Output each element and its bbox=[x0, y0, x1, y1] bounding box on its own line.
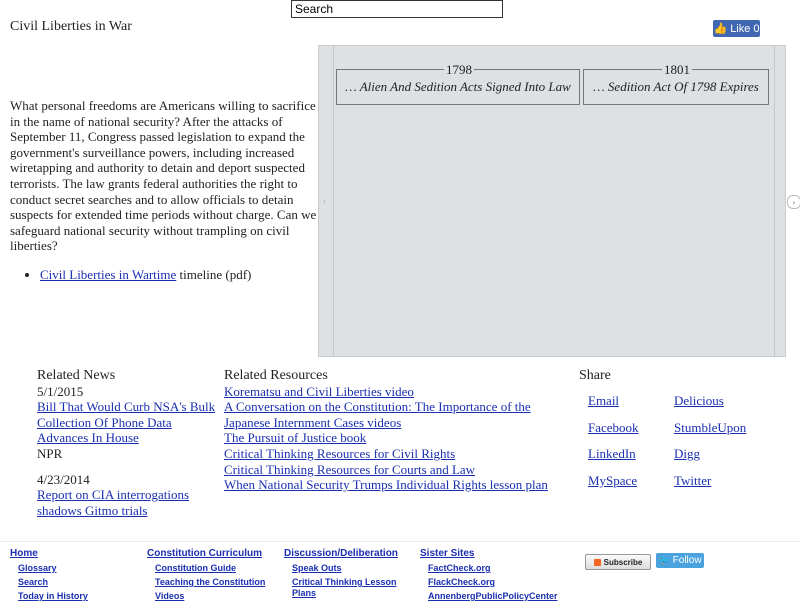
twitter-follow-button[interactable]: 🐦 Follow bbox=[656, 553, 704, 568]
footer-link[interactable]: Search bbox=[18, 577, 48, 587]
footer-link[interactable]: AnnenbergPublicPolicyCenter bbox=[428, 591, 558, 601]
timeline-year: 1798 bbox=[444, 62, 474, 78]
share-myspace-link[interactable]: MySpace bbox=[588, 473, 637, 489]
share-section: Share Email Delicious Facebook StumbleUp… bbox=[579, 368, 779, 498]
timeline-year: 1801 bbox=[662, 62, 692, 78]
share-stumbleupon-link[interactable]: StumbleUpon bbox=[674, 420, 746, 436]
related-news-heading: Related News bbox=[37, 368, 116, 383]
share-facebook-link[interactable]: Facebook bbox=[588, 420, 639, 436]
share-digg-link[interactable]: Digg bbox=[674, 446, 700, 462]
timeline-pdf-link[interactable]: Civil Liberties in Wartime bbox=[40, 267, 176, 282]
timeline-next-icon[interactable]: › bbox=[787, 195, 800, 209]
footer-link[interactable]: Teaching the Constitution bbox=[155, 577, 265, 587]
follow-label: Follow bbox=[672, 555, 702, 566]
timeline-track: … Alien And Sedition Acts Signed Into La… bbox=[333, 45, 775, 357]
news-date: 5/1/2015 bbox=[37, 383, 84, 399]
footer-col-discussion: Discussion/Deliberation Speak Outs Criti… bbox=[284, 546, 409, 599]
like-count: 0 bbox=[753, 22, 760, 35]
footer-link[interactable]: Constitution Guide bbox=[155, 563, 236, 573]
resource-link[interactable]: The Pursuit of Justice book bbox=[224, 430, 366, 445]
facebook-like-button[interactable]: 👍 Like 0 bbox=[713, 20, 760, 37]
search-input[interactable] bbox=[291, 0, 503, 18]
subscribe-button[interactable]: Subscribe bbox=[585, 554, 651, 570]
footer-link[interactable]: FactCheck.org bbox=[428, 563, 491, 573]
footer-link[interactable]: Speak Outs bbox=[292, 563, 342, 573]
related-news: Related News 5/1/2015 Bill That Would Cu… bbox=[37, 368, 222, 518]
timeline-event-text: … Sedition Act Of 1798 Expires bbox=[593, 79, 759, 94]
share-twitter-link[interactable]: Twitter bbox=[674, 473, 711, 489]
news-link[interactable]: Report on CIA interrogations shadows Git… bbox=[37, 487, 189, 518]
pdf-suffix: timeline (pdf) bbox=[176, 267, 252, 282]
resource-link[interactable]: Korematsu and Civil Liberties video bbox=[224, 384, 414, 399]
list-item: Civil Liberties in Wartime timeline (pdf… bbox=[40, 267, 251, 283]
footer-link[interactable]: Today in History bbox=[18, 591, 88, 601]
footer-col-sister-sites: Sister Sites FactCheck.org FlackCheck.or… bbox=[420, 546, 580, 603]
footer-col-home: Home Glossary Search Today in History bbox=[10, 546, 140, 603]
thumbs-up-icon: 👍 bbox=[713, 23, 728, 35]
share-linkedin-link[interactable]: LinkedIn bbox=[588, 446, 636, 462]
news-source: NPR bbox=[37, 445, 63, 461]
footer-link[interactable]: Glossary bbox=[18, 563, 57, 573]
timeline-prev-icon[interactable]: ‹ bbox=[323, 196, 326, 206]
timeline-event-text: … Alien And Sedition Acts Signed Into La… bbox=[345, 79, 571, 94]
share-email-link[interactable]: Email bbox=[588, 393, 619, 409]
rss-icon bbox=[593, 558, 601, 566]
pdf-list: Civil Liberties in Wartime timeline (pdf… bbox=[22, 267, 251, 283]
related-resources: Related Resources Korematsu and Civil Li… bbox=[224, 368, 574, 493]
footer: Home Glossary Search Today in History Co… bbox=[0, 541, 800, 601]
like-label: Like bbox=[730, 22, 751, 35]
related-resources-heading: Related Resources bbox=[224, 368, 328, 383]
news-date: 4/23/2014 bbox=[37, 471, 90, 487]
resource-link[interactable]: A Conversation on the Constitution: The … bbox=[224, 399, 531, 430]
page-title: Civil Liberties in War bbox=[10, 19, 132, 34]
share-delicious-link[interactable]: Delicious bbox=[674, 393, 724, 409]
footer-link[interactable]: FlackCheck.org bbox=[428, 577, 495, 587]
footer-col-curriculum: Constitution Curriculum Constitution Gui… bbox=[147, 546, 277, 603]
news-link[interactable]: Bill That Would Curb NSA's Bulk Collecti… bbox=[37, 399, 215, 445]
footer-link[interactable]: Critical Thinking Lesson Plans bbox=[292, 577, 397, 598]
share-heading: Share bbox=[579, 368, 611, 383]
intro-paragraph: What personal freedoms are Americans wil… bbox=[10, 98, 317, 254]
footer-link[interactable]: Constitution Curriculum bbox=[147, 548, 262, 559]
resource-link[interactable]: Critical Thinking Resources for Civil Ri… bbox=[224, 446, 455, 461]
footer-link[interactable]: Sister Sites bbox=[420, 548, 474, 559]
resource-link[interactable]: When National Security Trumps Individual… bbox=[224, 477, 548, 492]
footer-link[interactable]: Home bbox=[10, 548, 38, 559]
footer-link[interactable]: Discussion/Deliberation bbox=[284, 548, 398, 559]
resource-link[interactable]: Critical Thinking Resources for Courts a… bbox=[224, 462, 475, 477]
footer-link[interactable]: Videos bbox=[155, 591, 184, 601]
subscribe-label: Subscribe bbox=[603, 557, 643, 567]
twitter-bird-icon: 🐦 bbox=[658, 555, 670, 565]
